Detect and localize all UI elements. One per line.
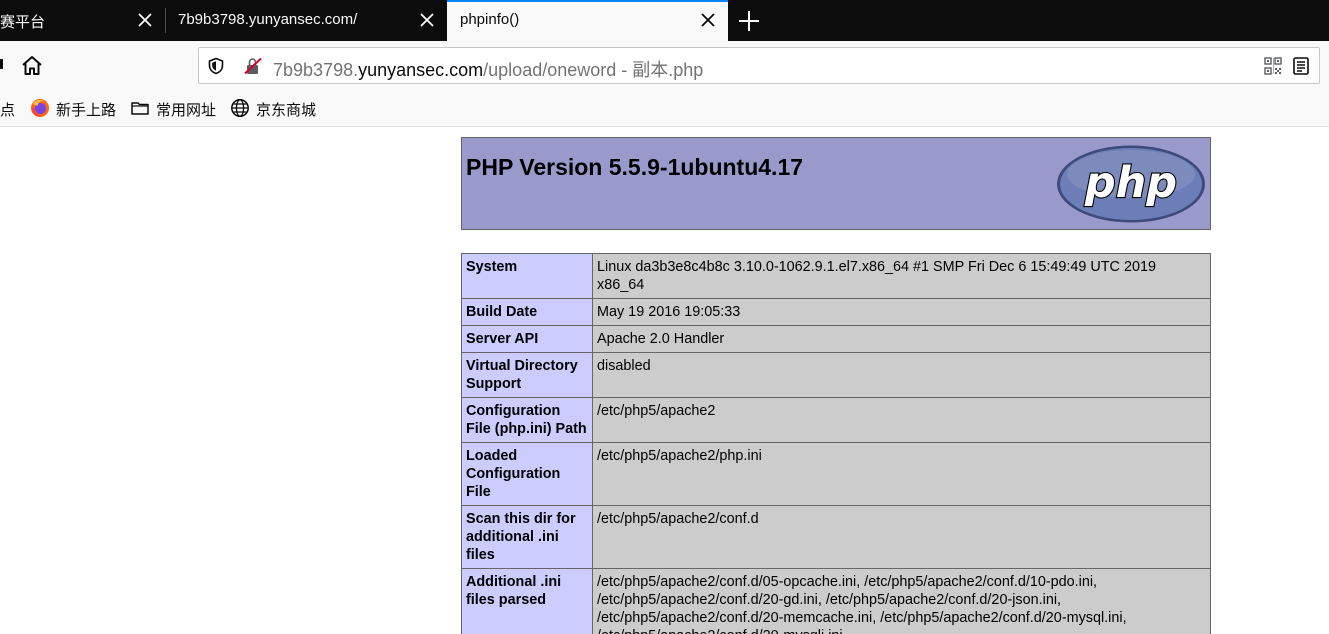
- close-icon[interactable]: [137, 12, 153, 28]
- table-row: Virtual Directory Support disabled: [461, 352, 1211, 398]
- row-value: /etc/php5/apache2/conf.d/05-opcache.ini,…: [592, 568, 1211, 634]
- table-row: Additional .ini files parsed/etc/php5/ap…: [461, 568, 1211, 634]
- folder-icon: [131, 102, 149, 115]
- tab-phpinfo-active[interactable]: phpinfo(): [447, 0, 728, 41]
- row-key: Server API: [461, 325, 593, 353]
- row-value: /etc/php5/apache2/conf.d: [592, 505, 1211, 569]
- tab-1[interactable]: 赛平台: [0, 0, 165, 41]
- url-bar[interactable]: 7b9b3798.yunyansec.com/upload/oneword - …: [198, 47, 1320, 84]
- phpinfo-table: System Linux da3b3e8c4b8c 3.10.0-1062.9.1…: [461, 253, 1211, 634]
- url-path: /upload/oneword - 副本.php: [483, 60, 704, 80]
- navigation-toolbar: 7b9b3798.yunyansec.com/upload/oneword - …: [0, 41, 1329, 89]
- phpinfo-header: PHP Version 5.5.9-1ubuntu4.17 php: [461, 137, 1211, 230]
- tab-2[interactable]: 7b9b3798.yunyansec.com/: [166, 0, 446, 41]
- shield-icon[interactable]: [207, 57, 225, 75]
- row-value: /etc/php5/apache2/php.ini: [592, 442, 1211, 506]
- row-value: May 19 2016 19:05:33: [592, 298, 1211, 326]
- row-key: Loaded Configuration File: [461, 442, 593, 506]
- php-logo[interactable]: php: [1055, 144, 1207, 224]
- row-key: Virtual Directory Support: [461, 352, 593, 398]
- bookmark-label: 点: [0, 102, 16, 119]
- globe-icon: [231, 99, 249, 117]
- close-icon[interactable]: [419, 12, 435, 28]
- tab-title: 赛平台: [0, 14, 46, 31]
- row-value: Apache 2.0 Handler: [592, 325, 1211, 353]
- row-key: Configuration File (php.ini) Path: [461, 397, 593, 443]
- new-tab-icon[interactable]: [737, 9, 761, 33]
- reader-view-icon[interactable]: [1291, 56, 1311, 76]
- table-row: Loaded Configuration File/etc/php5/apach…: [461, 442, 1211, 506]
- home-icon[interactable]: [20, 54, 44, 78]
- url-text[interactable]: 7b9b3798.yunyansec.com/upload/oneword - …: [273, 56, 703, 82]
- page-content: PHP Version 5.5.9-1ubuntu4.17 php System…: [0, 127, 1329, 634]
- row-key: Scan this dir for additional .ini files: [461, 505, 593, 569]
- phpinfo-table-body: System Linux da3b3e8c4b8c 3.10.0-1062.9.1…: [461, 253, 1211, 634]
- bookmark-label: 京东商城: [256, 102, 317, 119]
- firefox-icon: [31, 99, 49, 117]
- table-row: System Linux da3b3e8c4b8c 3.10.0-1062.9.1…: [461, 253, 1211, 299]
- insecure-lock-icon[interactable]: [243, 57, 263, 75]
- tab-title: phpinfo(): [460, 11, 520, 28]
- close-icon[interactable]: [700, 12, 716, 28]
- qr-code-icon[interactable]: [1263, 56, 1283, 76]
- row-value: disabled: [592, 352, 1211, 398]
- row-value: Linux da3b3e8c4b8c 3.10.0-1062.9.1.el7.x…: [592, 253, 1211, 299]
- table-row: Build Date May 19 2016 19:05:33: [461, 298, 1211, 326]
- url-host: yunyansec.com: [358, 60, 484, 80]
- bookmark-label: 常用网址: [156, 102, 217, 119]
- bookmarks-toolbar: 点 新手上路 常用网址 京东商城: [0, 89, 1329, 127]
- php-version-title: PHP Version 5.5.9-1ubuntu4.17: [466, 154, 804, 180]
- php-logo-text: php: [1084, 158, 1177, 208]
- tab-strip: 赛平台 7b9b3798.yunyansec.com/ phpinfo(): [0, 0, 1329, 41]
- url-prefix: 7b9b3798.: [273, 60, 359, 80]
- table-row: Server API Apache 2.0 Handler: [461, 325, 1211, 353]
- row-key: Build Date: [461, 298, 593, 326]
- row-key: System: [461, 253, 593, 299]
- tab-title: 7b9b3798.yunyansec.com/: [178, 11, 358, 28]
- back-button-edge[interactable]: [0, 59, 3, 69]
- table-row: Configuration File (php.ini) Path/etc/ph…: [461, 397, 1211, 443]
- row-value: /etc/php5/apache2: [592, 397, 1211, 443]
- table-row: Scan this dir for additional .ini files /…: [461, 505, 1211, 569]
- row-key: Additional .ini files parsed: [461, 568, 593, 634]
- bookmark-label: 新手上路: [56, 102, 117, 119]
